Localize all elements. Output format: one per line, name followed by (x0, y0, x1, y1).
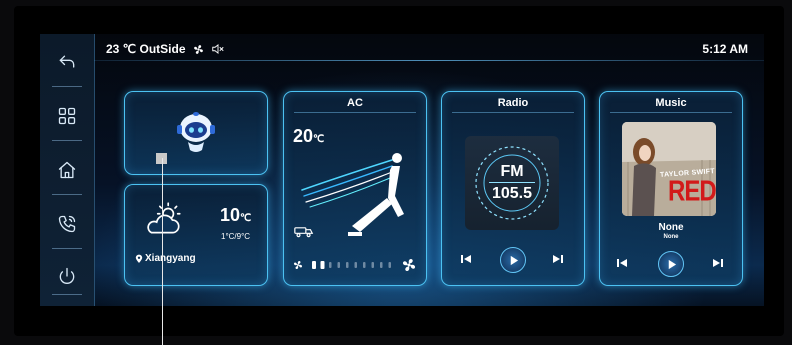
robot-assistant-icon (177, 112, 215, 152)
power-icon (59, 267, 75, 284)
fan-speed-bar[interactable] (320, 261, 325, 269)
pointer-line (162, 158, 163, 345)
play-icon (668, 259, 676, 269)
music-title-divider (610, 112, 732, 113)
fan-speed-bar[interactable] (346, 262, 349, 268)
fan-low-icon (293, 260, 303, 270)
ac-temperature: 20℃ (293, 126, 325, 146)
power-button[interactable] (40, 258, 94, 294)
air-recirculation-icon[interactable] (293, 225, 315, 238)
fan-high-icon (402, 258, 416, 272)
music-play-button[interactable] (658, 251, 684, 277)
back-button[interactable] (40, 44, 94, 80)
radio-card[interactable]: Radio FM 105.5 (441, 91, 585, 286)
play-icon (510, 255, 518, 265)
status-bar: 23 ℃ OutSide (106, 40, 225, 58)
weather-card[interactable]: 10℃ 1°C/9°C Xiangyang (124, 184, 268, 286)
previous-icon[interactable] (460, 253, 472, 265)
partly-cloudy-icon (147, 202, 181, 234)
infotainment-screen: 23 ℃ OutSide 5:12 AM 10℃ 1°C/9°C Xiangya… (40, 34, 764, 306)
fan-speed-control[interactable] (292, 257, 418, 273)
sidebar-divider (52, 294, 82, 295)
album-art-title: RED (668, 175, 716, 208)
radio-display: FM 105.5 (465, 136, 559, 230)
fan-speed-bar[interactable] (380, 262, 383, 268)
radio-play-button[interactable] (500, 247, 526, 273)
mute-icon[interactable] (211, 42, 225, 56)
sidebar-divider (52, 86, 82, 87)
fan-speed-bar[interactable] (371, 262, 375, 268)
ac-title-divider (294, 112, 416, 113)
sidebar (40, 34, 95, 306)
fan-speed-bar[interactable] (329, 262, 332, 268)
radio-title-divider (452, 112, 574, 113)
fan-speed-bar[interactable] (363, 262, 366, 268)
previous-icon[interactable] (616, 257, 628, 269)
location-pin-icon (135, 254, 143, 263)
apps-button[interactable] (40, 98, 94, 134)
back-arrow-icon (59, 55, 75, 68)
phone-button[interactable] (40, 206, 94, 242)
voice-assistant-card[interactable] (124, 91, 268, 175)
home-button[interactable] (40, 152, 94, 188)
radio-title: Radio (497, 97, 529, 109)
radio-band: FM (500, 163, 524, 180)
status-divider (94, 60, 764, 61)
fan-speed-bar[interactable] (354, 262, 358, 268)
track-title: None (658, 222, 684, 233)
fan-speed-bar[interactable] (312, 261, 316, 269)
fan-speed-bar[interactable] (388, 262, 392, 268)
album-art: TAYLOR SWIFT RED (622, 122, 716, 216)
ac-title: AC (347, 97, 363, 109)
grid-icon (58, 107, 76, 125)
phone-icon (58, 215, 76, 233)
next-icon[interactable] (552, 253, 564, 265)
sidebar-divider (52, 194, 82, 195)
music-title: Music (655, 97, 687, 109)
sidebar-divider (52, 248, 82, 249)
fan-speed-bar[interactable] (337, 262, 341, 268)
weather-location: Xiangyang (135, 253, 196, 264)
ac-card[interactable]: AC 20℃ (283, 91, 427, 286)
weather-range: 1°C/9°C (221, 232, 251, 241)
sidebar-divider (52, 140, 82, 141)
track-artist: None (663, 234, 679, 240)
radio-divider (489, 182, 535, 183)
radio-dial-icon (475, 146, 549, 220)
fan-icon[interactable] (192, 43, 205, 56)
home-icon (58, 161, 76, 179)
clock: 5:12 AM (702, 42, 748, 56)
fan-speed-bars (312, 261, 392, 269)
weather-temperature: 10℃ (220, 205, 252, 225)
next-icon[interactable] (712, 257, 724, 269)
music-card[interactable]: Music TAYLOR SWIFT RED None None (599, 91, 743, 286)
radio-frequency: 105.5 (491, 185, 533, 202)
outside-temperature: 23 ℃ OutSide (106, 42, 186, 56)
